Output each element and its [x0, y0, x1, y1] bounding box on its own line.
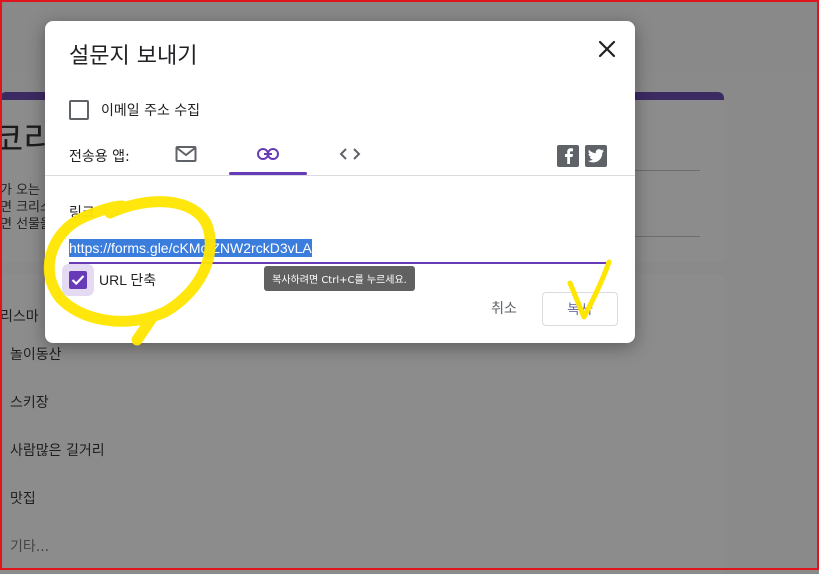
option-item[interactable]: 스키장	[10, 392, 49, 412]
link-url-field[interactable]: https://forms.gle/cKMoiZNW2rckD3vLA	[69, 239, 611, 264]
checkmark-icon	[71, 275, 85, 286]
twitter-icon	[588, 149, 604, 163]
embed-icon	[339, 148, 361, 160]
send-via-label: 전송용 앱:	[69, 149, 130, 165]
option-item[interactable]: 사람많은 길거리	[10, 440, 105, 460]
option-item[interactable]: 맛집	[10, 488, 36, 508]
copy-tooltip: 복사하려면 Ctrl+C를 누르세요.	[264, 266, 415, 291]
link-section-label: 링크	[69, 205, 95, 221]
checkbox-checked[interactable]	[69, 271, 87, 289]
dialog-divider	[45, 175, 635, 176]
question-title: 리스마	[0, 309, 39, 325]
close-icon	[598, 40, 616, 58]
option-other[interactable]: 기타...	[10, 536, 49, 556]
collect-email-label: 이메일 주소 수집	[101, 103, 201, 119]
collect-email-checkbox[interactable]: 이메일 주소 수집	[69, 99, 200, 121]
close-button[interactable]	[595, 37, 619, 61]
tab-link[interactable]	[229, 133, 307, 175]
dialog-title: 설문지 보내기	[69, 44, 198, 69]
checkbox-box[interactable]	[69, 100, 89, 120]
twitter-share-button[interactable]	[585, 145, 607, 167]
option-item[interactable]: 놀이동산	[10, 344, 62, 364]
copy-button[interactable]: 복사	[542, 292, 618, 326]
tab-email[interactable]	[147, 133, 225, 175]
shorten-url-label: URL 단축	[99, 272, 157, 288]
facebook-share-button[interactable]	[557, 145, 579, 167]
send-form-dialog: 설문지 보내기 이메일 주소 수집 전송용 앱: 링크 https://form…	[45, 21, 635, 343]
divider	[635, 170, 700, 171]
shorten-url-checkbox[interactable]: URL 단축	[69, 270, 156, 290]
tab-embed[interactable]	[311, 133, 389, 175]
email-icon	[175, 146, 197, 162]
divider	[635, 236, 700, 237]
cancel-button[interactable]: 취소	[475, 293, 533, 323]
facebook-icon	[565, 148, 573, 164]
link-icon	[257, 148, 279, 160]
link-url-text[interactable]: https://forms.gle/cKMoiZNW2rckD3vLA	[69, 239, 312, 257]
